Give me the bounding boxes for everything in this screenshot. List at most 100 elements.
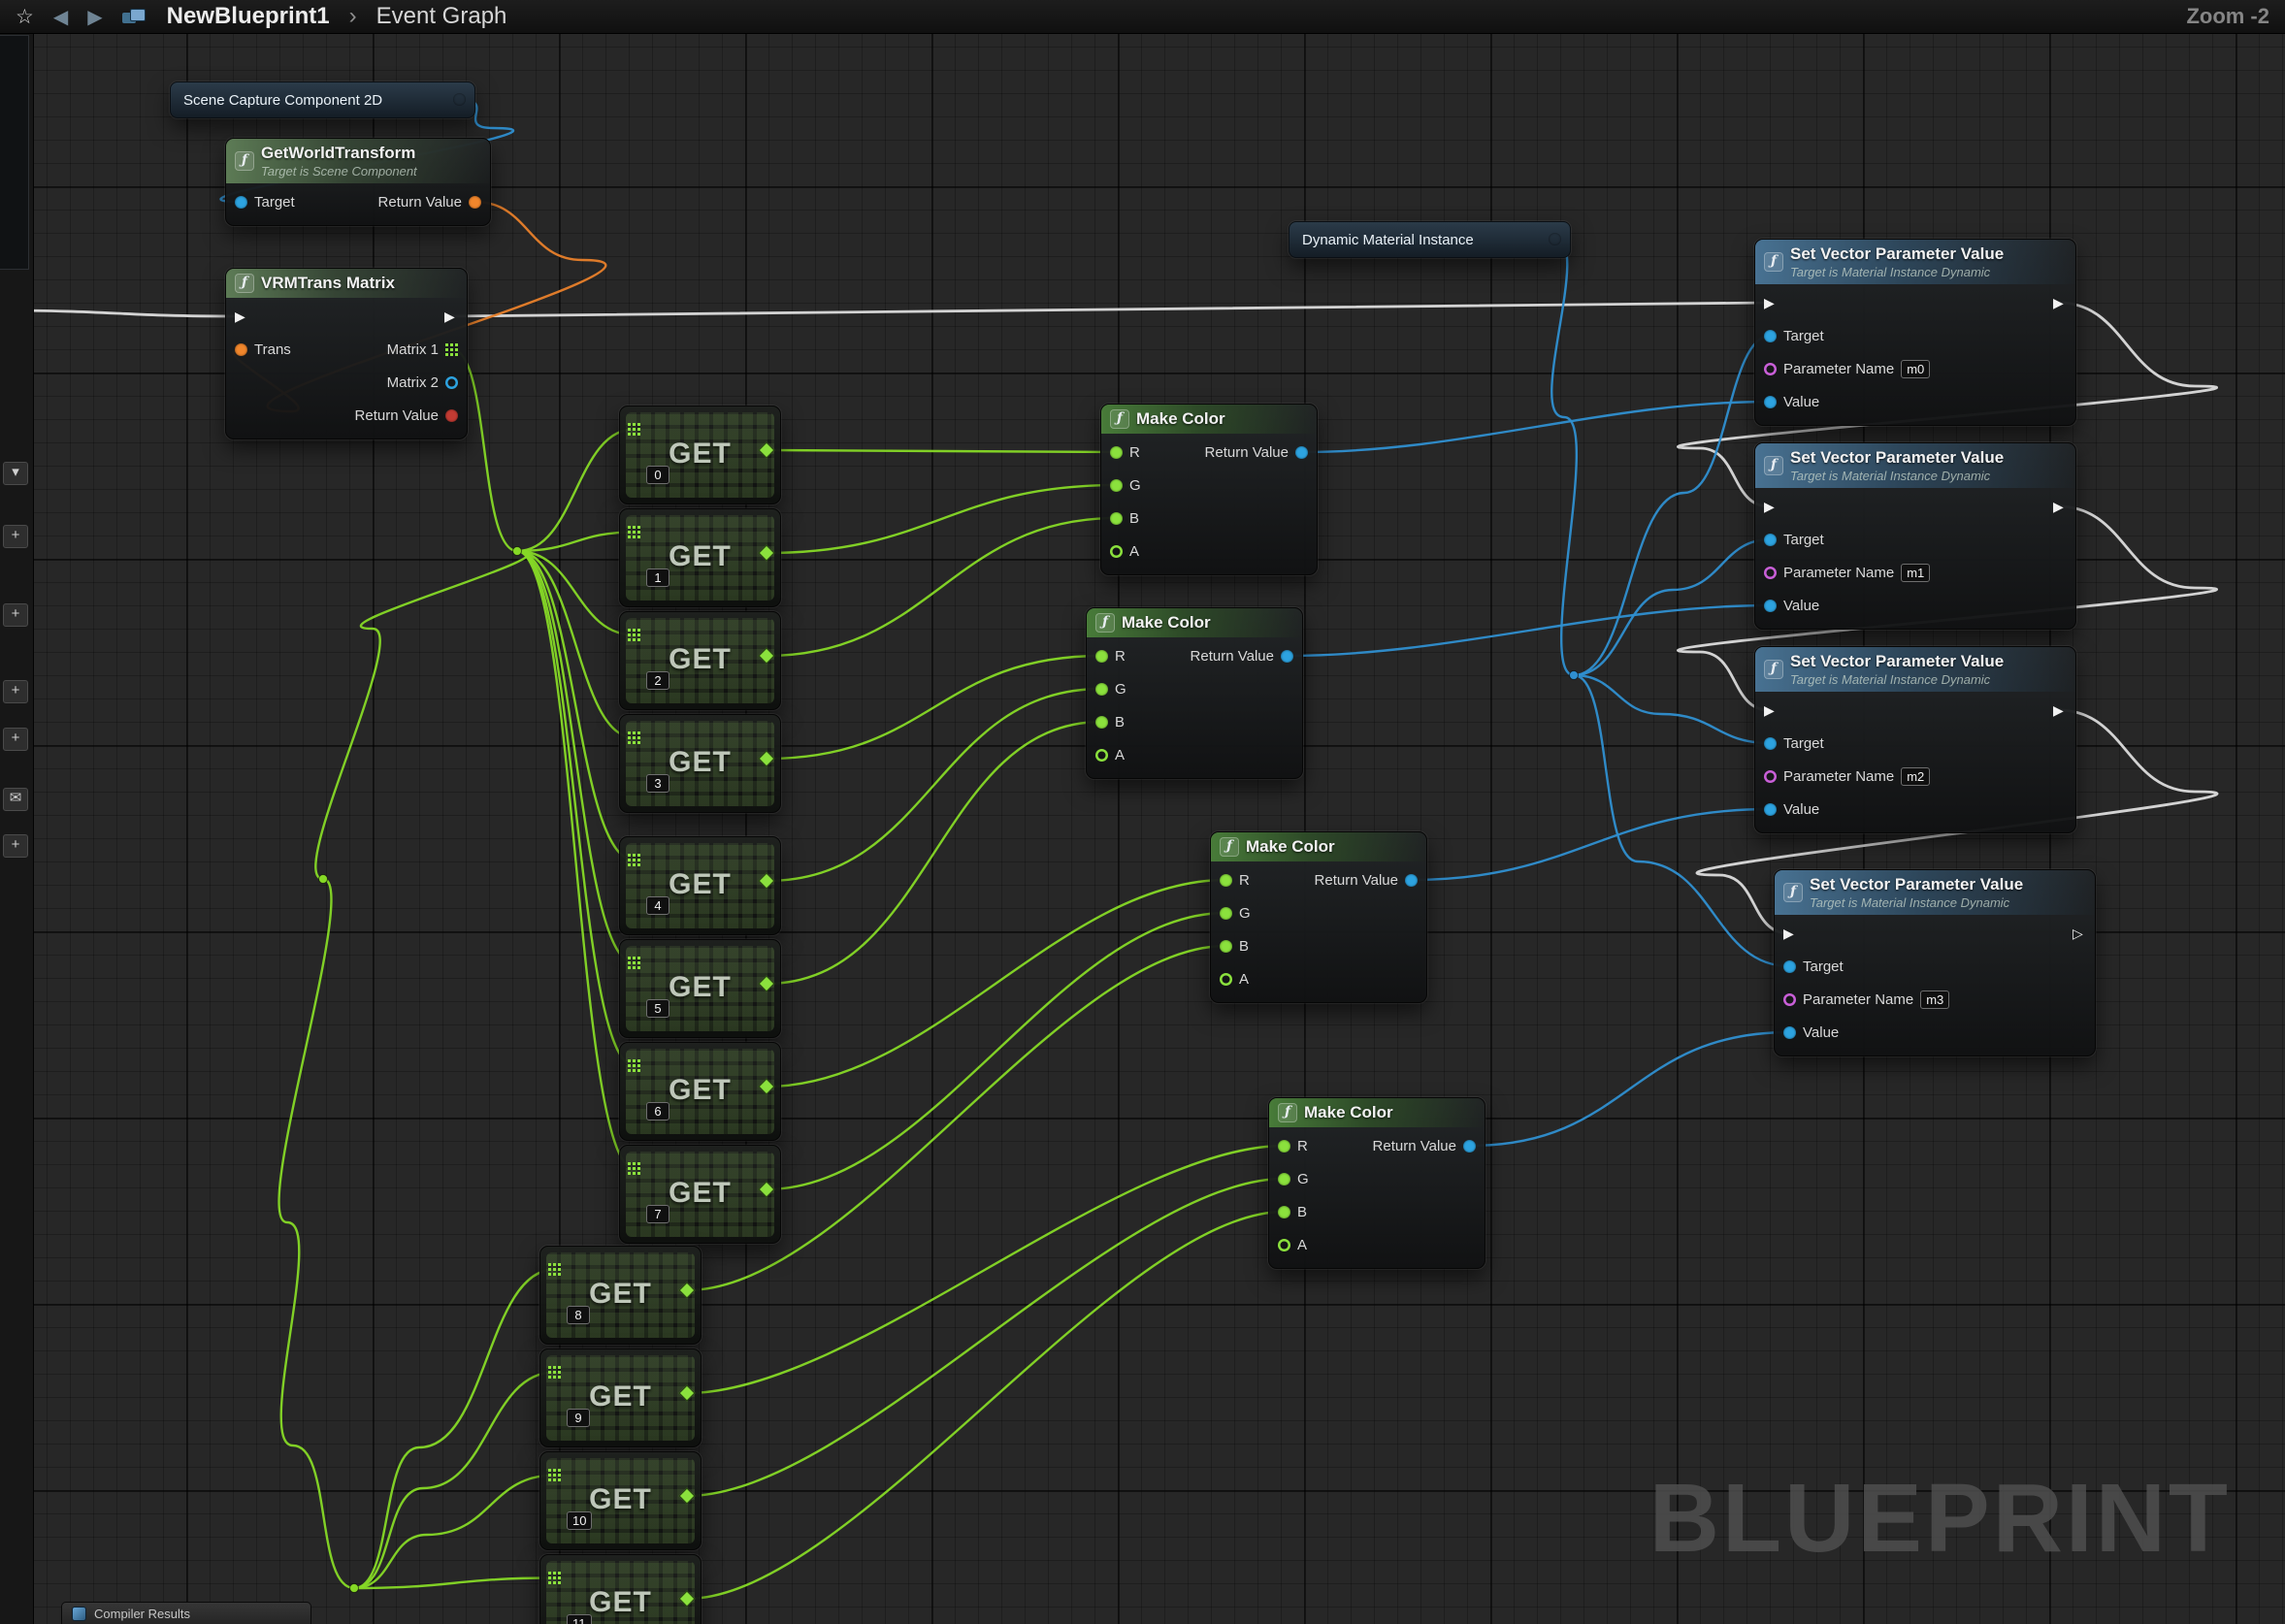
- value-box[interactable]: m2: [1901, 767, 1930, 786]
- g-pin[interactable]: [1095, 683, 1108, 696]
- index-box[interactable]: 0: [646, 466, 669, 484]
- array-pin[interactable]: [628, 1162, 640, 1175]
- node-mc1[interactable]: ƒMake ColorRReturn ValueGBA: [1100, 404, 1318, 575]
- array-pin[interactable]: [628, 423, 640, 436]
- index-pin[interactable]: [629, 673, 641, 686]
- array-pin[interactable]: [445, 343, 458, 356]
- pname-pin[interactable]: [1764, 363, 1777, 375]
- array-pin[interactable]: [548, 1572, 561, 1584]
- array-pin[interactable]: [628, 1059, 640, 1072]
- node-scene[interactable]: Scene Capture Component 2D: [170, 81, 475, 118]
- value-pin[interactable]: [1764, 803, 1777, 816]
- index-pin[interactable]: [629, 776, 641, 789]
- exec-pin[interactable]: ▶: [1764, 296, 1775, 309]
- r-pin[interactable]: [1110, 446, 1123, 459]
- value-pin[interactable]: [1783, 1026, 1796, 1039]
- index-box[interactable]: 4: [646, 896, 669, 915]
- node-get4[interactable]: GET4: [619, 836, 781, 935]
- node-get2[interactable]: GET2: [619, 611, 781, 710]
- value-box[interactable]: m3: [1920, 991, 1949, 1009]
- value-box[interactable]: m0: [1901, 360, 1930, 378]
- index-pin[interactable]: [629, 570, 641, 583]
- ret-pin[interactable]: [1405, 874, 1418, 887]
- mail-icon[interactable]: ✉: [3, 788, 28, 811]
- ret-pin[interactable]: [1281, 650, 1293, 663]
- exec-pin[interactable]: ▶: [2053, 296, 2064, 309]
- add-button[interactable]: +: [3, 680, 28, 703]
- node-dynmat[interactable]: Dynamic Material Instance: [1289, 221, 1571, 258]
- b-pin[interactable]: [1220, 940, 1232, 953]
- index-pin[interactable]: [549, 1308, 562, 1320]
- index-box[interactable]: 5: [646, 999, 669, 1018]
- target-pin[interactable]: [1783, 960, 1796, 973]
- node-get3[interactable]: GET3: [619, 714, 781, 813]
- node-sv4[interactable]: ƒSet Vector Parameter ValueTarget is Mat…: [1774, 869, 2096, 1056]
- array-pin[interactable]: [548, 1366, 561, 1379]
- node-mc3[interactable]: ƒMake ColorRReturn ValueGBA: [1210, 831, 1427, 1003]
- index-pin[interactable]: [629, 1001, 641, 1014]
- array-pin[interactable]: [548, 1263, 561, 1276]
- add-button[interactable]: +: [3, 728, 28, 751]
- index-box[interactable]: 9: [567, 1409, 590, 1427]
- b-pin[interactable]: [1278, 1206, 1290, 1218]
- pname-pin[interactable]: [1783, 993, 1796, 1006]
- node-mc4[interactable]: ƒMake ColorRReturn ValueGBA: [1268, 1097, 1485, 1269]
- add-button[interactable]: +: [3, 603, 28, 627]
- index-box[interactable]: 2: [646, 671, 669, 690]
- ret-pin[interactable]: [1295, 446, 1308, 459]
- index-box[interactable]: 3: [646, 774, 669, 793]
- compiler-results-tab[interactable]: Compiler Results: [61, 1602, 311, 1624]
- exec-pin[interactable]: ▶: [1764, 500, 1775, 513]
- node-get8[interactable]: GET8: [539, 1246, 702, 1345]
- g-pin[interactable]: [1220, 907, 1232, 920]
- node-get1[interactable]: GET1: [619, 508, 781, 607]
- node-get11[interactable]: GET11: [539, 1554, 702, 1624]
- target-pin[interactable]: [1764, 737, 1777, 750]
- exec-pin[interactable]: ▶: [2053, 500, 2064, 513]
- trans-pin[interactable]: [235, 343, 247, 356]
- target-pin[interactable]: [235, 196, 247, 209]
- value-pin[interactable]: [1764, 396, 1777, 408]
- exec-pin[interactable]: ▷: [2073, 926, 2083, 940]
- a-pin[interactable]: [1110, 545, 1123, 558]
- output-pin[interactable]: [1549, 233, 1561, 245]
- node-get0[interactable]: GET0: [619, 406, 781, 504]
- index-box[interactable]: 11: [567, 1614, 592, 1624]
- favorite-star-icon[interactable]: ☆: [16, 5, 34, 29]
- index-pin[interactable]: [629, 1207, 641, 1219]
- g-pin[interactable]: [1110, 479, 1123, 492]
- target-pin[interactable]: [1764, 534, 1777, 546]
- index-pin[interactable]: [549, 1513, 562, 1526]
- index-pin[interactable]: [549, 1411, 562, 1423]
- exec-pin[interactable]: ▶: [444, 309, 455, 323]
- r-pin[interactable]: [1095, 650, 1108, 663]
- graph-canvas[interactable]: BLUEPRINT Scene Capture Component 2DDyna…: [0, 0, 2285, 1624]
- m2-pin[interactable]: [445, 376, 458, 389]
- node-vrm[interactable]: ƒVRMTrans Matrix▶▶TransMatrix 1Matrix 2R…: [225, 268, 468, 439]
- r-pin[interactable]: [1220, 874, 1232, 887]
- node-sv1[interactable]: ƒSet Vector Parameter ValueTarget is Mat…: [1754, 239, 2076, 426]
- pname-pin[interactable]: [1764, 770, 1777, 783]
- index-box[interactable]: 10: [567, 1511, 592, 1530]
- index-box[interactable]: 1: [646, 568, 669, 587]
- index-box[interactable]: 8: [567, 1306, 590, 1324]
- pname-pin[interactable]: [1764, 567, 1777, 579]
- node-mc2[interactable]: ƒMake ColorRReturn ValueGBA: [1086, 607, 1303, 779]
- dropdown-button[interactable]: ▾: [3, 462, 28, 485]
- output-pin[interactable]: [453, 93, 466, 106]
- node-sv2[interactable]: ƒSet Vector Parameter ValueTarget is Mat…: [1754, 442, 2076, 630]
- node-get6[interactable]: GET6: [619, 1042, 781, 1141]
- array-pin[interactable]: [628, 526, 640, 538]
- a-pin[interactable]: [1278, 1239, 1290, 1251]
- array-pin[interactable]: [548, 1469, 561, 1481]
- node-get5[interactable]: GET5: [619, 939, 781, 1038]
- b-pin[interactable]: [1095, 716, 1108, 729]
- ret-pin[interactable]: [469, 196, 481, 209]
- ret-pin[interactable]: [1463, 1140, 1476, 1153]
- exec-pin[interactable]: ▶: [2053, 703, 2064, 717]
- array-pin[interactable]: [628, 957, 640, 969]
- array-pin[interactable]: [628, 854, 640, 866]
- index-pin[interactable]: [629, 1104, 641, 1117]
- array-pin[interactable]: [628, 731, 640, 744]
- a-pin[interactable]: [1095, 749, 1108, 762]
